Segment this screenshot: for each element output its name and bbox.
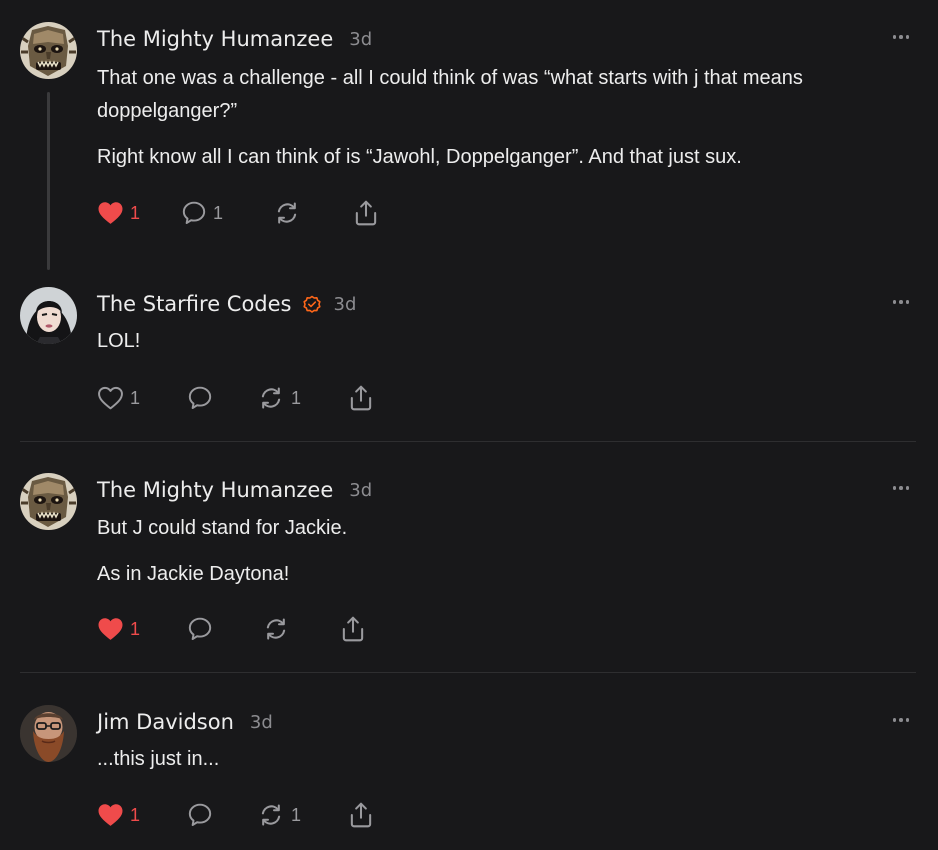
reply-button[interactable] (187, 799, 219, 831)
tiki-mask-avatar-icon (20, 473, 77, 530)
reply-button[interactable]: 1 (181, 197, 223, 229)
share-button[interactable] (353, 197, 379, 229)
share-button[interactable] (340, 613, 366, 645)
action-bar: 1 1 (97, 382, 597, 414)
timestamp[interactable]: 3d (250, 712, 273, 733)
share-icon (350, 802, 372, 828)
reply-count: 1 (213, 202, 224, 223)
like-count: 1 (130, 202, 141, 223)
comment-text: That one was a challenge - all I could t… (97, 67, 803, 122)
comment-body: ...this just in... (97, 743, 912, 776)
like-button[interactable]: 1 (97, 382, 140, 414)
heart-icon (98, 618, 123, 640)
more-icon[interactable] (886, 28, 916, 46)
avatar[interactable] (20, 473, 77, 530)
comment-text: But J could stand for Jackie. (97, 517, 348, 539)
divider (20, 441, 916, 442)
restack-button[interactable] (273, 197, 307, 229)
comment-header: The Mighty Humanzee 3d (97, 475, 372, 505)
share-icon (355, 200, 377, 226)
restack-button[interactable]: 1 (257, 799, 301, 831)
heart-icon (98, 202, 123, 224)
share-icon (350, 385, 372, 411)
comment-text: ...this just in... (97, 748, 220, 770)
comment-icon (188, 386, 212, 410)
action-bar: 1 1 (97, 197, 597, 229)
share-icon (342, 616, 364, 642)
verified-badge-icon (302, 295, 321, 313)
more-icon[interactable] (886, 479, 916, 497)
restack-count: 1 (291, 804, 302, 825)
author-name[interactable]: The Mighty Humanzee (97, 27, 333, 51)
heart-icon (98, 386, 123, 410)
comment-icon (188, 803, 212, 827)
tiki-mask-avatar-icon (20, 22, 77, 79)
comment-text: Right know all I can think of is “Jawohl… (97, 146, 742, 168)
restack-icon (261, 387, 281, 409)
reply-button[interactable] (187, 382, 219, 414)
restack-icon (261, 804, 281, 826)
restack-icon (277, 202, 297, 224)
more-icon[interactable] (886, 711, 916, 729)
action-bar: 1 (97, 613, 597, 645)
comment-header: The Mighty Humanzee 3d (97, 24, 372, 54)
share-button[interactable] (348, 382, 374, 414)
action-bar: 1 1 (97, 799, 597, 831)
comment-icon (182, 201, 206, 225)
heart-icon (98, 804, 123, 826)
divider (20, 672, 916, 673)
timestamp[interactable]: 3d (349, 29, 372, 50)
restack-icon (266, 618, 286, 640)
bearded-man-avatar-icon (20, 705, 77, 762)
author-name[interactable]: The Mighty Humanzee (97, 478, 333, 502)
comment-body: But J could stand for Jackie. As in Jack… (97, 512, 912, 591)
reply-button[interactable] (187, 613, 219, 645)
like-count: 1 (130, 618, 141, 639)
comment-text: As in Jackie Daytona! (97, 563, 290, 585)
timestamp[interactable]: 3d (334, 294, 357, 315)
avatar[interactable] (20, 287, 77, 344)
like-button[interactable]: 1 (97, 799, 140, 831)
like-count: 1 (130, 804, 141, 825)
like-count: 1 (130, 387, 141, 408)
thread-line (47, 92, 50, 270)
comment-header: The Starfire Codes 3d (97, 289, 356, 319)
comment-header: Jim Davidson 3d (97, 707, 273, 737)
avatar[interactable] (20, 705, 77, 762)
avatar[interactable] (20, 22, 77, 79)
timestamp[interactable]: 3d (349, 480, 372, 501)
more-icon[interactable] (886, 293, 916, 311)
restack-button[interactable] (262, 613, 296, 645)
restack-button[interactable]: 1 (257, 382, 301, 414)
comment-body: That one was a challenge - all I could t… (97, 62, 912, 174)
author-name[interactable]: The Starfire Codes (97, 292, 292, 316)
like-button[interactable]: 1 (97, 613, 140, 645)
comment-feed: The Mighty Humanzee 3d That one was a ch… (0, 0, 938, 850)
comment-text: LOL! (97, 330, 141, 352)
comment-body: LOL! (97, 325, 912, 358)
author-name[interactable]: Jim Davidson (97, 710, 234, 734)
like-button[interactable]: 1 (97, 197, 140, 229)
comment-icon (188, 617, 212, 641)
woman-portrait-avatar-icon (20, 287, 77, 344)
share-button[interactable] (348, 799, 374, 831)
restack-count: 1 (291, 387, 302, 408)
